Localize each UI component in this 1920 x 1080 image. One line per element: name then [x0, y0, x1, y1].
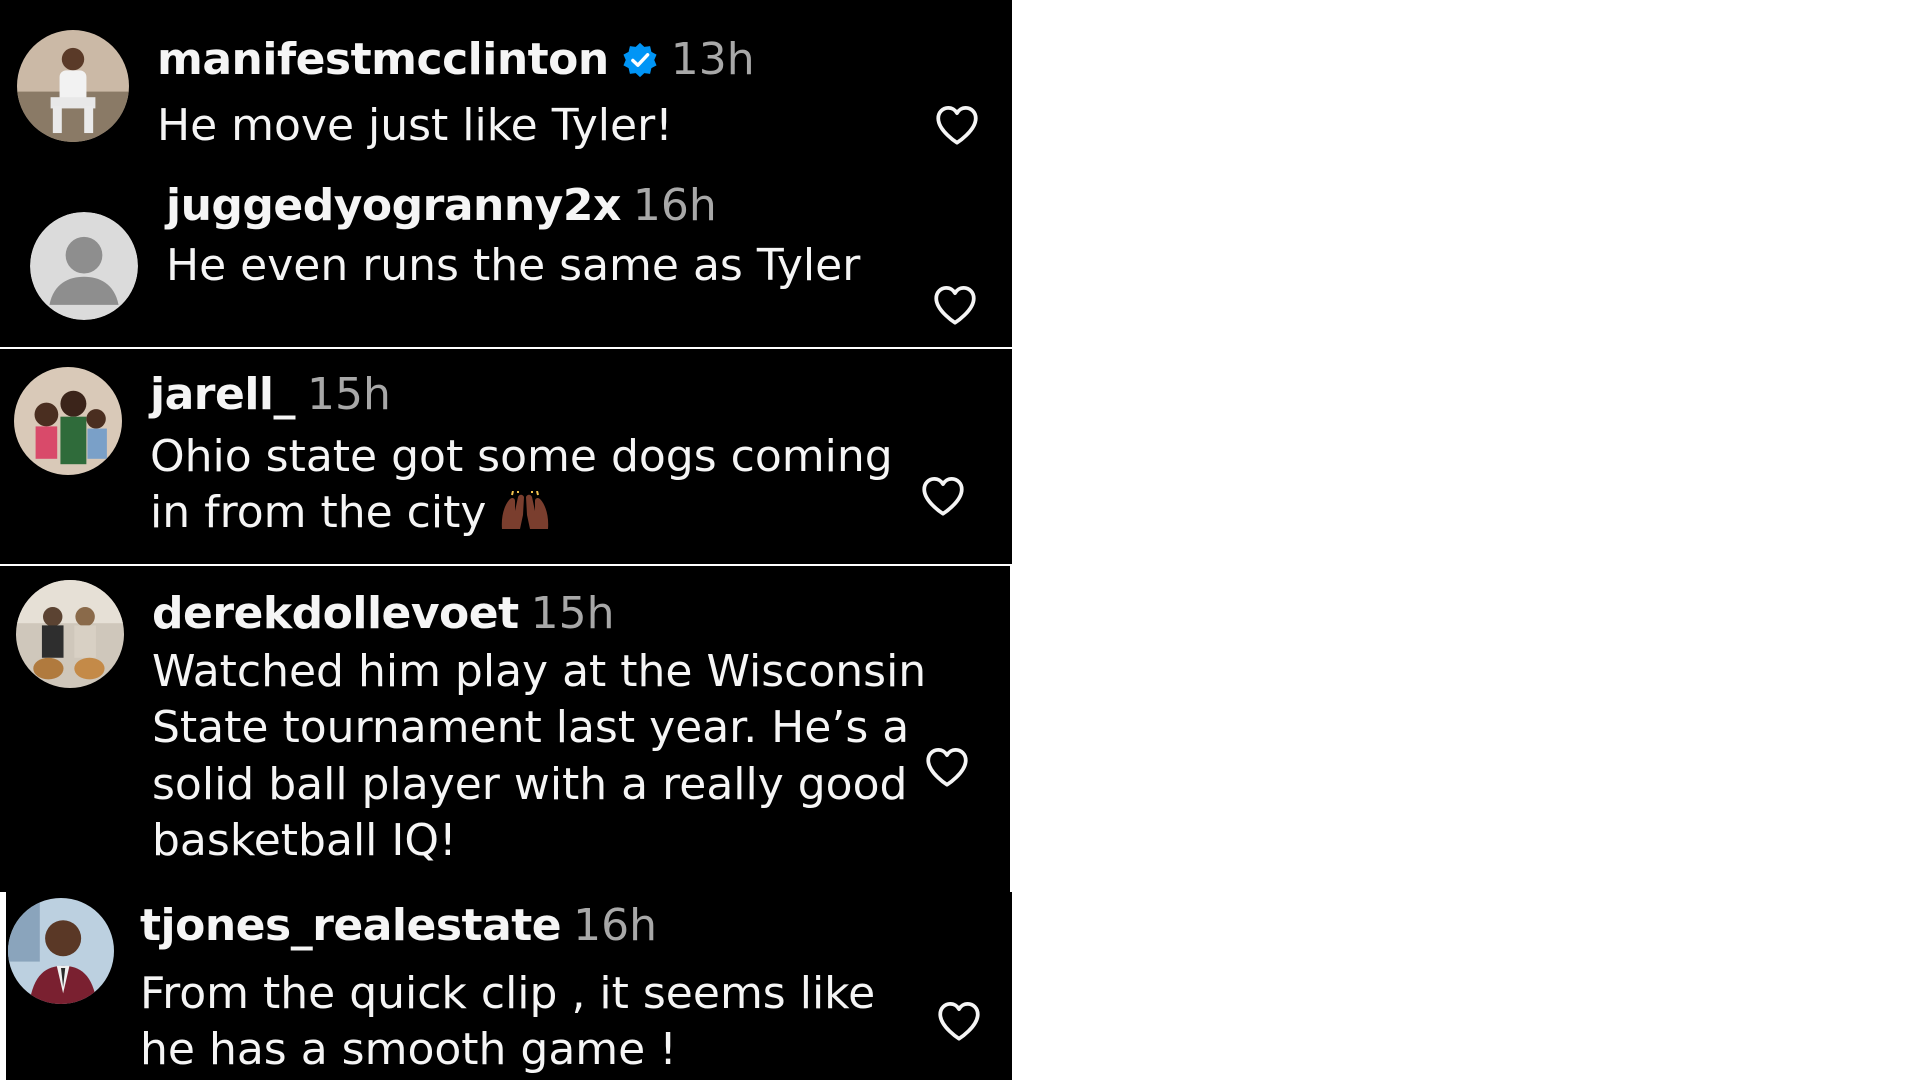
comment-text-line: he has a smooth game !	[140, 1024, 677, 1076]
comment-text-line: State tournament last year. He’s a	[152, 702, 910, 754]
like-heart-icon[interactable]	[932, 996, 986, 1046]
comment-text: Watched him play at the Wisconsin State …	[152, 644, 926, 869]
comment-text-line: solid ball player with a really good	[152, 758, 908, 810]
comment-timestamp: 15h	[306, 369, 391, 420]
comment-text-line: Ohio state got some dogs coming	[150, 431, 893, 482]
comment-item: manifestmcclinton 13h He move just like …	[0, 0, 1012, 174]
comment-text-line: Watched him play at the Wisconsin	[152, 646, 927, 697]
comment-text: Ohio state got some dogs coming in from …	[150, 429, 893, 542]
like-heart-icon[interactable]	[928, 280, 982, 330]
avatar[interactable]	[14, 367, 122, 475]
comment-timestamp: 13h	[670, 34, 755, 85]
comment-username[interactable]: tjones_realestate	[140, 900, 562, 951]
comment-text: He even runs the same as Tyler	[166, 240, 861, 291]
raised-hands-emoji-icon	[498, 491, 552, 531]
like-heart-icon[interactable]	[920, 742, 974, 792]
avatar[interactable]	[17, 30, 129, 142]
comment-username[interactable]: jarell_	[150, 369, 295, 420]
comment-text: He move just like Tyler!	[157, 100, 673, 151]
comment-username[interactable]: juggedyogranny2x	[166, 180, 621, 231]
comment-text-line-content: in from the city	[150, 487, 487, 539]
comment-text-line: in from the city	[150, 485, 893, 541]
comment-text-line: From the quick clip , it seems like	[140, 968, 876, 1019]
like-heart-icon[interactable]	[930, 100, 984, 150]
like-heart-icon[interactable]	[916, 471, 970, 521]
comment-text: From the quick clip , it seems like he h…	[140, 966, 875, 1079]
comment-item: derekdollevoet 15h Watched him play at t…	[0, 566, 1010, 892]
comment-timestamp: 15h	[530, 588, 615, 639]
comment-timestamp: 16h	[573, 900, 658, 951]
comment-item: juggedyogranny2x 16h He even runs the sa…	[0, 174, 1012, 347]
comment-username[interactable]: manifestmcclinton	[157, 34, 609, 85]
avatar[interactable]	[16, 580, 124, 688]
avatar[interactable]	[8, 898, 114, 1004]
comment-screenshot: manifestmcclinton 13h He move just like …	[0, 0, 1920, 1080]
comment-timestamp: 16h	[632, 180, 717, 231]
verified-badge-icon	[621, 41, 659, 79]
comment-item: jarell_ 15h Ohio state got some dogs com…	[0, 349, 1012, 564]
comment-username[interactable]: derekdollevoet	[152, 588, 519, 639]
default-avatar-icon[interactable]	[30, 212, 138, 320]
comment-item: tjones_realestate 16h From the quick cli…	[6, 892, 1012, 1080]
comment-text-line: basketball IQ!	[152, 814, 457, 866]
